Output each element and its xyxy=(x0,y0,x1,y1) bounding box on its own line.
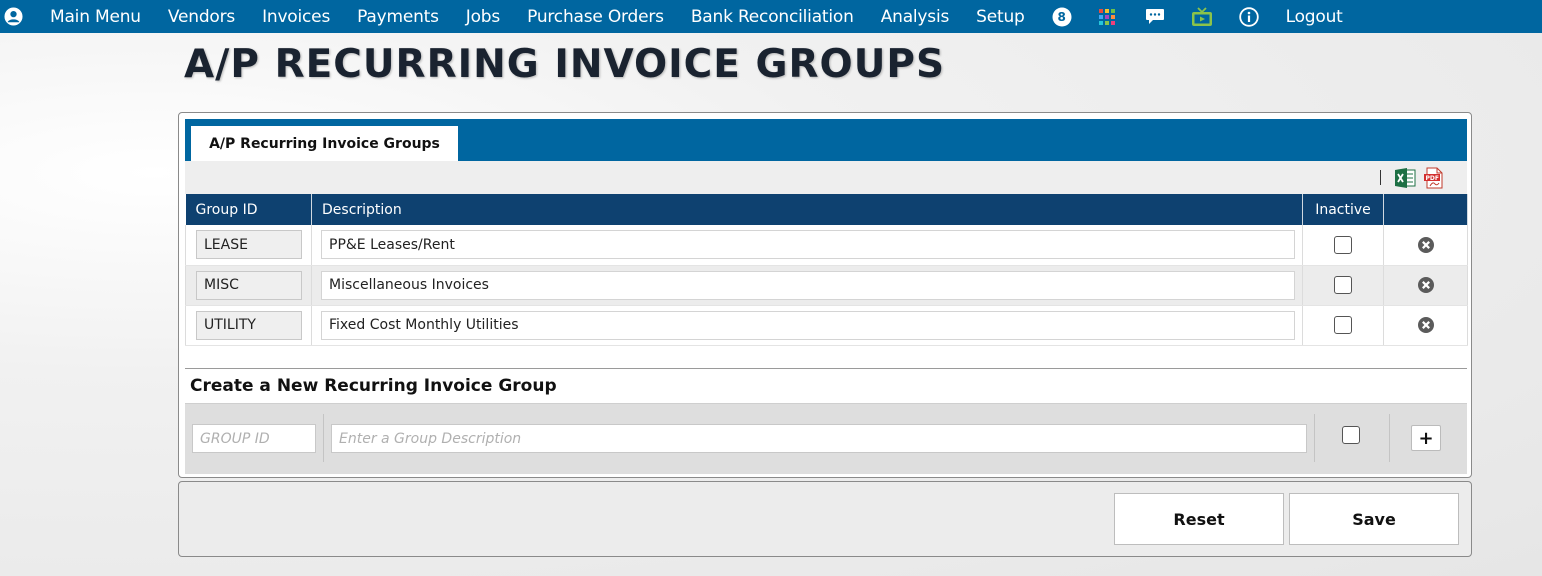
col-header-description[interactable]: Description xyxy=(311,194,1303,225)
table-row: MISC Miscellaneous Invoices xyxy=(185,265,1468,306)
nav-analysis[interactable]: Analysis xyxy=(881,7,950,27)
excel-icon[interactable] xyxy=(1395,168,1416,192)
toolbar-divider xyxy=(1380,170,1381,185)
new-group-row: GROUP ID Enter a Group Description + xyxy=(185,404,1467,474)
inactive-checkbox[interactable] xyxy=(1334,316,1352,334)
group-id-field: MISC xyxy=(196,270,302,300)
chat-icon[interactable] xyxy=(1145,7,1165,26)
nav-bank-reconciliation[interactable]: Bank Reconciliation xyxy=(691,7,854,27)
apps-grid-icon[interactable] xyxy=(1098,8,1115,25)
description-field[interactable]: Miscellaneous Invoices xyxy=(321,270,1295,300)
description-field[interactable]: Fixed Cost Monthly Utilities xyxy=(321,310,1295,340)
description-field[interactable]: PP&E Leases/Rent xyxy=(321,230,1295,260)
divider xyxy=(323,414,324,462)
table-row: UTILITY Fixed Cost Monthly Utilities xyxy=(185,305,1468,346)
nav-logout[interactable]: Logout xyxy=(1286,7,1343,27)
group-id-field: LEASE xyxy=(196,230,302,260)
reset-button[interactable]: Reset xyxy=(1114,493,1284,545)
table-header-row: Group ID Description Inactive xyxy=(185,194,1468,225)
page-title: A/P RECURRING INVOICE GROUPS xyxy=(184,42,946,87)
nav-payments[interactable]: Payments xyxy=(357,7,439,27)
nav-invoices[interactable]: Invoices xyxy=(262,7,330,27)
nav-vendors[interactable]: Vendors xyxy=(168,7,235,27)
nav-main-menu[interactable]: Main Menu xyxy=(50,7,141,27)
tab-recurring-invoice-groups[interactable]: A/P Recurring Invoice Groups xyxy=(191,126,458,161)
tab-bar: A/P Recurring Invoice Groups xyxy=(185,119,1467,161)
col-header-group-id[interactable]: Group ID xyxy=(185,194,312,225)
nav-purchase-orders[interactable]: Purchase Orders xyxy=(527,7,664,27)
nav-setup[interactable]: Setup xyxy=(976,7,1025,27)
new-group-id-input[interactable]: GROUP ID xyxy=(192,424,316,453)
notification-badge-icon[interactable]: 8 xyxy=(1052,7,1072,27)
divider xyxy=(1314,414,1315,462)
delete-icon[interactable] xyxy=(1384,236,1467,254)
groups-table: Group ID Description Inactive LEASE PP&E… xyxy=(185,194,1468,346)
inactive-checkbox[interactable] xyxy=(1334,276,1352,294)
tv-icon[interactable] xyxy=(1191,6,1213,27)
table-row: LEASE PP&E Leases/Rent xyxy=(185,225,1468,266)
new-group-heading: Create a New Recurring Invoice Group xyxy=(185,368,1467,404)
nav-jobs[interactable]: Jobs xyxy=(466,7,500,27)
col-header-inactive[interactable]: Inactive xyxy=(1302,194,1384,225)
info-icon[interactable] xyxy=(1238,6,1259,27)
user-icon[interactable] xyxy=(2,7,24,26)
svg-text:PDF: PDF xyxy=(1426,175,1439,182)
pdf-icon[interactable]: PDF xyxy=(1424,167,1444,193)
new-group-inactive-checkbox[interactable] xyxy=(1342,426,1360,444)
inactive-checkbox[interactable] xyxy=(1334,235,1352,254)
notification-count: 8 xyxy=(1057,9,1066,24)
top-nav: Main Menu Vendors Invoices Payments Jobs… xyxy=(0,0,1542,33)
delete-icon[interactable] xyxy=(1384,316,1467,334)
group-id-field: UTILITY xyxy=(196,310,302,340)
delete-icon[interactable] xyxy=(1384,276,1467,294)
new-group-description-input[interactable]: Enter a Group Description xyxy=(331,424,1307,453)
save-button[interactable]: Save xyxy=(1289,493,1459,545)
divider xyxy=(1389,414,1390,462)
footer-bar: Reset Save xyxy=(178,481,1472,557)
export-toolbar: PDF xyxy=(185,161,1467,194)
add-group-button[interactable]: + xyxy=(1411,425,1441,451)
main-panel: A/P Recurring Invoice Groups PDF Group I… xyxy=(178,112,1472,478)
col-header-actions xyxy=(1383,194,1468,225)
